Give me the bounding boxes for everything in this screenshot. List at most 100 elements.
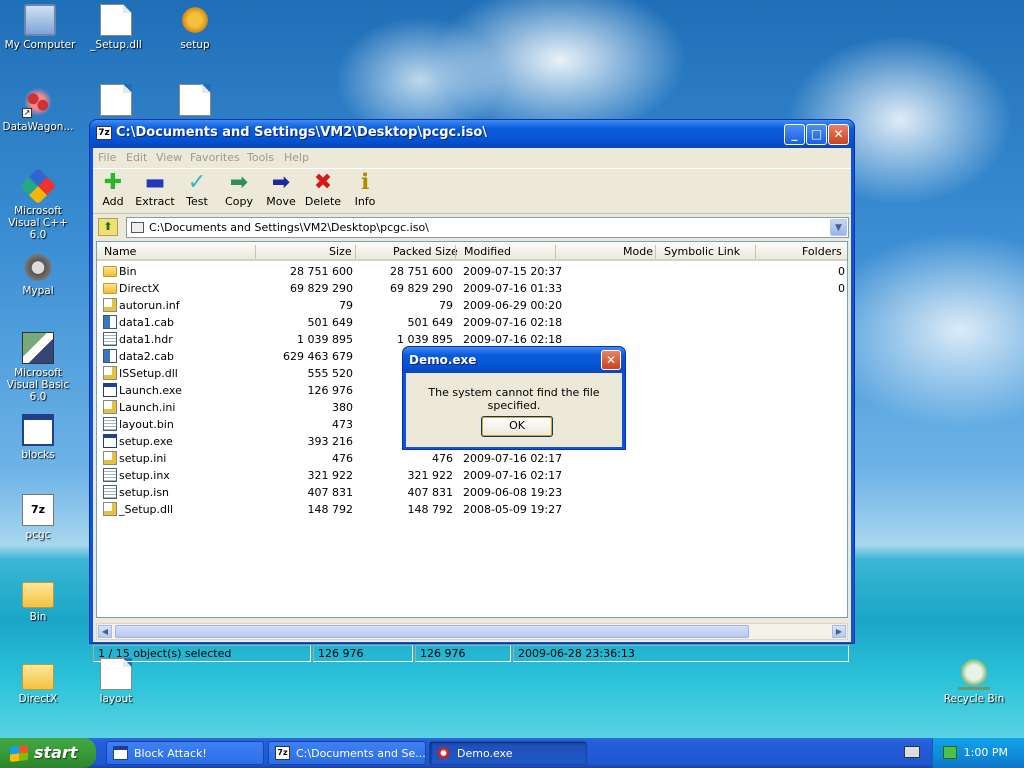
network-icon[interactable] xyxy=(943,746,957,759)
desktop-icon-config-file-2[interactable] xyxy=(157,84,233,119)
window-titlebar[interactable]: 7z C:\Documents and Settings\VM2\Desktop… xyxy=(90,120,854,148)
settings-file-icon xyxy=(103,502,117,516)
file-modified: 2009-07-16 01:33 xyxy=(463,282,563,295)
table-row[interactable]: setup.inx 321 922 321 922 2009-07-16 02:17 xyxy=(97,467,847,484)
menu-tools[interactable]: Tools xyxy=(247,151,274,164)
7z-archive-icon: 7z xyxy=(22,494,54,526)
horizontal-scrollbar[interactable]: ◀ ▶ xyxy=(96,623,848,640)
desktop-icon-visual-cpp[interactable]: Microsoft Visual C++ 6.0 xyxy=(0,167,76,241)
desktop-icon-setup[interactable]: setup xyxy=(157,4,233,51)
table-row[interactable]: setup.ini 476 476 2009-07-16 02:17 xyxy=(97,450,847,467)
cabinet-file-icon xyxy=(103,315,117,329)
dialog-close-button[interactable]: ✕ xyxy=(601,350,621,370)
column-size[interactable]: Size xyxy=(329,245,352,258)
table-row[interactable]: data1.cab 501 649 501 649 2009-07-16 02:18 xyxy=(97,314,847,331)
desktop-icon-label: Bin xyxy=(29,611,47,623)
info-button[interactable]: ℹ Info xyxy=(341,170,389,209)
column-separator[interactable] xyxy=(455,245,456,259)
taskbar-item-file-manager[interactable]: 7z C:\Documents and Se... xyxy=(268,741,426,765)
table-row[interactable]: setup.isn 407 831 407 831 2009-06-08 19:23 xyxy=(97,484,847,501)
dialog-titlebar[interactable]: Demo.exe ✕ xyxy=(403,347,625,373)
clock[interactable]: 1:00 PM xyxy=(964,746,1008,759)
maximize-button[interactable]: □ xyxy=(806,124,827,145)
desktop-icon-blocks[interactable]: blocks xyxy=(0,414,76,461)
taskbar-item-block-attack[interactable]: Block Attack! xyxy=(106,741,264,765)
table-row[interactable]: DirectX 69 829 290 69 829 290 2009-07-16 01… xyxy=(97,280,847,297)
delete-button[interactable]: ✖ Delete xyxy=(299,171,347,209)
desktop-icon-datawagon[interactable]: ↗ DataWagon... xyxy=(0,86,76,133)
file-packed-size: 476 xyxy=(432,452,453,465)
table-row[interactable]: Bin 28 751 600 28 751 600 2009-07-15 20:37 0 xyxy=(97,263,847,280)
desktop-icon-setup-dll[interactable]: _Setup.dll xyxy=(78,4,154,51)
address-dropdown-button[interactable]: ▼ xyxy=(830,219,847,236)
taskbar: start Block Attack! 7z C:\Documents and … xyxy=(0,738,1024,768)
taskbar-item-label: Block Attack! xyxy=(134,747,207,760)
file-size: 126 976 xyxy=(307,384,354,397)
start-button[interactable]: start xyxy=(0,738,96,768)
desktop-icon-label: layout xyxy=(99,693,133,705)
close-button[interactable]: ✕ xyxy=(828,124,849,145)
minimize-button[interactable]: _ xyxy=(784,124,805,145)
keyboard-icon[interactable] xyxy=(904,746,920,758)
desktop-icon-recycle-bin[interactable]: Recycle Bin xyxy=(936,658,1012,705)
move-arrow-icon: ➡ xyxy=(271,170,291,195)
scrollbar-thumb[interactable] xyxy=(115,625,749,638)
executable-file-icon xyxy=(103,434,117,448)
address-bar: ⬆ C:\Documents and Settings\VM2\Desktop\… xyxy=(93,216,851,240)
info-icon: ℹ xyxy=(360,170,370,195)
column-folders[interactable]: Folders xyxy=(802,245,842,258)
extract-button[interactable]: ▬ Extract xyxy=(131,171,179,209)
move-button[interactable]: ➡ Move xyxy=(257,170,305,209)
file-name: setup.ini xyxy=(119,452,167,465)
scroll-right-button[interactable]: ▶ xyxy=(832,625,846,638)
file-packed-size: 501 649 xyxy=(407,316,454,329)
menu-edit[interactable]: Edit xyxy=(126,151,147,164)
error-dialog[interactable]: Demo.exe ✕ The system cannot find the fi… xyxy=(402,346,626,450)
menu-favorites[interactable]: Favorites xyxy=(190,151,240,164)
file-modified: 2009-07-16 02:17 xyxy=(463,469,563,482)
desktop-icon-directx[interactable]: DirectX xyxy=(0,658,76,705)
toolbar: ✚ Add ▬ Extract ✓ Test ➡ Copy ➡ Move ✖ D… xyxy=(93,168,851,214)
column-separator[interactable] xyxy=(755,245,756,259)
table-row[interactable]: autorun.inf 79 79 2009-06-29 00:20 xyxy=(97,297,847,314)
copy-button[interactable]: ➡ Copy xyxy=(215,171,263,209)
file-size: 148 792 xyxy=(307,503,354,516)
column-separator[interactable] xyxy=(555,245,556,259)
status-packed-size: 126 976 xyxy=(415,645,511,662)
add-button[interactable]: ✚ Add xyxy=(89,171,137,209)
desktop-icon-bin[interactable]: Bin xyxy=(0,576,76,623)
test-button[interactable]: ✓ Test xyxy=(173,171,221,209)
desktop-icon-my-computer[interactable]: My Computer xyxy=(2,4,78,51)
desktop-icon-layout[interactable]: layout xyxy=(78,658,154,705)
binary-file-icon xyxy=(103,417,117,431)
desktop-icon-config-file[interactable] xyxy=(78,84,154,119)
column-symbolic-link[interactable]: Symbolic Link xyxy=(664,245,740,258)
ok-button[interactable]: OK xyxy=(481,416,553,437)
taskbar-item-demo-exe[interactable]: Demo.exe xyxy=(429,741,587,765)
menu-view[interactable]: View xyxy=(156,151,182,164)
column-name[interactable]: Name xyxy=(104,245,136,258)
file-modified: 2009-06-08 19:23 xyxy=(463,486,563,499)
column-separator[interactable] xyxy=(255,245,256,259)
file-modified: 2009-07-15 20:37 xyxy=(463,265,563,278)
menu-help[interactable]: Help xyxy=(284,151,309,164)
list-header: Name Size Packed Size Modified Mode Symb… xyxy=(97,242,847,261)
7z-app-icon: 7z xyxy=(275,746,290,760)
scroll-left-button[interactable]: ◀ xyxy=(98,625,112,638)
address-field[interactable]: C:\Documents and Settings\VM2\Desktop\pc… xyxy=(126,217,849,238)
demo-app-icon xyxy=(436,746,451,760)
column-modified[interactable]: Modified xyxy=(464,245,511,258)
table-row[interactable]: _Setup.dll 148 792 148 792 2008-05-09 19:27 xyxy=(97,501,847,518)
column-packed-size[interactable]: Packed Size xyxy=(393,245,458,258)
desktop-icon-visual-basic[interactable]: Microsoft Visual Basic 6.0 xyxy=(0,332,76,403)
column-separator[interactable] xyxy=(655,245,656,259)
up-folder-button[interactable]: ⬆ xyxy=(98,218,118,236)
desktop-icon-label: blocks xyxy=(21,449,55,461)
desktop-icon-mypal[interactable]: Mypal xyxy=(0,250,76,297)
column-mode[interactable]: Mode xyxy=(623,245,653,258)
desktop-icon-label: Microsoft Visual C++ 6.0 xyxy=(8,205,68,241)
column-separator[interactable] xyxy=(355,245,356,259)
desktop-icon-pcgc[interactable]: 7z pcgc xyxy=(0,494,76,541)
menu-file[interactable]: File xyxy=(98,151,116,164)
file-folders: 0 xyxy=(838,265,845,278)
